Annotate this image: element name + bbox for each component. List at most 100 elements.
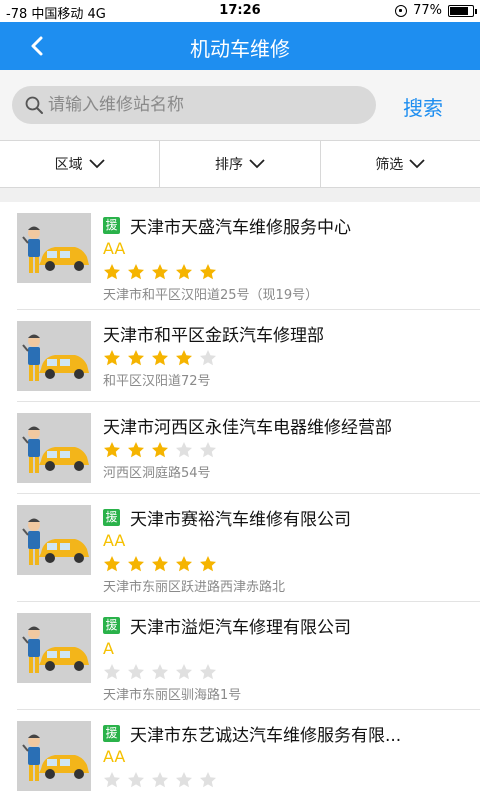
shop-info: 天津市和平区金跃汽车修理部和平区汉阳道72号 xyxy=(103,320,464,394)
shop-address: 天津市东丽区跃进路西津赤路北 xyxy=(103,580,286,595)
list-item[interactable]: 天津市河西区永佳汽车电器维修经营部河西区洞庭路54号 xyxy=(17,402,480,494)
shop-name: 天津市溢炬汽车修理有限公司 xyxy=(130,617,351,638)
search-bar: 搜索 xyxy=(0,70,480,140)
shop-title-row: 天津市和平区金跃汽车修理部 xyxy=(103,320,464,346)
rescue-badge: 援 xyxy=(103,508,120,526)
shop-thumbnail xyxy=(17,413,91,483)
shop-grade: AA xyxy=(103,531,126,550)
star-filled-icon xyxy=(176,556,192,572)
star-rating xyxy=(103,660,464,684)
star-empty-icon xyxy=(128,772,144,788)
star-filled-icon xyxy=(200,264,216,280)
star-filled-icon xyxy=(128,264,144,280)
shop-info: 援天津市赛裕汽车维修有限公司 AA 天津市东丽区跃进路西津赤路北 xyxy=(103,504,464,600)
shop-thumbnail xyxy=(17,213,91,283)
page-title: 机动车维修 xyxy=(190,37,290,61)
shop-info: 援天津市溢炬汽车修理有限公司 A 天津市东丽区驯海路1号 xyxy=(103,612,464,708)
filter-screen[interactable]: 筛选 xyxy=(321,141,480,187)
rotation-lock-icon xyxy=(395,4,408,17)
star-empty-icon xyxy=(104,772,120,788)
shop-thumbnail xyxy=(17,505,91,575)
shop-list: 援天津市天盛汽车维修服务中心 AA 天津市和平区汉阳道25号（现19号） 天津市和平… xyxy=(0,202,480,800)
shop-grade: AA xyxy=(103,239,126,258)
shop-grade: A xyxy=(103,639,114,658)
shop-name: 天津市和平区金跃汽车修理部 xyxy=(103,325,324,346)
star-filled-icon xyxy=(128,442,144,458)
star-rating xyxy=(103,438,464,462)
star-filled-icon xyxy=(152,350,168,366)
star-rating xyxy=(103,260,464,284)
shop-address: 天津市和平区汉阳道25号（现19号） xyxy=(103,288,319,303)
shop-grade: AA xyxy=(103,747,126,766)
battery-percent: 77% xyxy=(413,3,442,18)
shop-info: 天津市河西区永佳汽车电器维修经营部河西区洞庭路54号 xyxy=(103,412,464,486)
star-empty-icon xyxy=(176,772,192,788)
filter-sort[interactable]: 排序 xyxy=(160,141,321,187)
shop-name: 天津市东艺诚达汽车维修服务有限... xyxy=(130,725,402,746)
star-filled-icon xyxy=(152,556,168,572)
star-filled-icon xyxy=(104,442,120,458)
shop-name: 天津市河西区永佳汽车电器维修经营部 xyxy=(103,417,392,438)
chevron-down-icon xyxy=(89,159,105,169)
filter-label: 排序 xyxy=(214,157,243,173)
status-right: 77% xyxy=(395,3,477,18)
status-bar: -78 中国移动 4G 17:26 77% xyxy=(0,0,480,22)
search-button[interactable]: 搜索 xyxy=(392,92,454,120)
star-empty-icon xyxy=(152,664,168,680)
star-filled-icon xyxy=(128,556,144,572)
shop-thumbnail xyxy=(17,613,91,683)
filter-bar: 区域 排序 筛选 xyxy=(0,140,480,188)
star-rating xyxy=(103,768,464,792)
shop-info: 援天津市天盛汽车维修服务中心 AA 天津市和平区汉阳道25号（现19号） xyxy=(103,212,464,308)
star-filled-icon xyxy=(152,442,168,458)
rescue-badge: 援 xyxy=(103,616,120,634)
shop-address: 和平区汉阳道72号 xyxy=(103,374,211,389)
rescue-badge: 援 xyxy=(103,724,120,742)
rescue-badge: 援 xyxy=(103,216,120,234)
search-input[interactable] xyxy=(48,86,368,124)
star-filled-icon xyxy=(104,350,120,366)
filter-label: 筛选 xyxy=(375,157,404,173)
star-filled-icon xyxy=(104,264,120,280)
shop-thumbnail xyxy=(17,721,91,791)
shop-title-row: 援天津市天盛汽车维修服务中心 xyxy=(103,212,464,238)
star-rating xyxy=(103,552,464,576)
star-filled-icon xyxy=(200,556,216,572)
shop-title-row: 援天津市赛裕汽车维修有限公司 xyxy=(103,504,464,530)
battery-icon xyxy=(448,4,477,17)
star-empty-icon xyxy=(176,442,192,458)
shop-thumbnail xyxy=(17,321,91,391)
list-item[interactable]: 援天津市赛裕汽车维修有限公司 AA 天津市东丽区跃进路西津赤路北 xyxy=(17,494,480,602)
shop-info: 援天津市东艺诚达汽车维修服务有限... AA xyxy=(103,720,464,792)
list-item[interactable]: 援天津市溢炬汽车修理有限公司 A 天津市东丽区驯海路1号 xyxy=(17,602,480,710)
star-empty-icon xyxy=(128,664,144,680)
star-empty-icon xyxy=(152,772,168,788)
star-filled-icon xyxy=(104,556,120,572)
star-empty-icon xyxy=(200,664,216,680)
list-item[interactable]: 天津市和平区金跃汽车修理部和平区汉阳道72号 xyxy=(17,310,480,402)
search-box xyxy=(12,86,376,124)
shop-title-row: 天津市河西区永佳汽车电器维修经营部 xyxy=(103,412,464,438)
shop-address: 河西区洞庭路54号 xyxy=(103,466,211,481)
chevron-down-icon xyxy=(249,159,265,169)
star-filled-icon xyxy=(128,350,144,366)
star-filled-icon xyxy=(176,350,192,366)
star-filled-icon xyxy=(176,264,192,280)
app-header: 机动车维修 xyxy=(0,22,480,70)
list-item[interactable]: 援天津市东艺诚达汽车维修服务有限... AA xyxy=(17,710,480,800)
star-empty-icon xyxy=(176,664,192,680)
shop-title-row: 援天津市东艺诚达汽车维修服务有限... xyxy=(103,720,464,746)
search-icon xyxy=(25,96,43,114)
filter-label: 区域 xyxy=(54,157,83,173)
star-rating xyxy=(103,346,464,370)
star-filled-icon xyxy=(152,264,168,280)
chevron-down-icon xyxy=(409,159,425,169)
list-item[interactable]: 援天津市天盛汽车维修服务中心 AA 天津市和平区汉阳道25号（现19号） xyxy=(17,202,480,310)
shop-name: 天津市赛裕汽车维修有限公司 xyxy=(130,509,351,530)
star-empty-icon xyxy=(104,664,120,680)
star-empty-icon xyxy=(200,350,216,366)
shop-address: 天津市东丽区驯海路1号 xyxy=(103,688,242,703)
filter-region[interactable]: 区域 xyxy=(0,141,161,187)
shop-name: 天津市天盛汽车维修服务中心 xyxy=(130,217,351,238)
shop-title-row: 援天津市溢炬汽车修理有限公司 xyxy=(103,612,464,638)
